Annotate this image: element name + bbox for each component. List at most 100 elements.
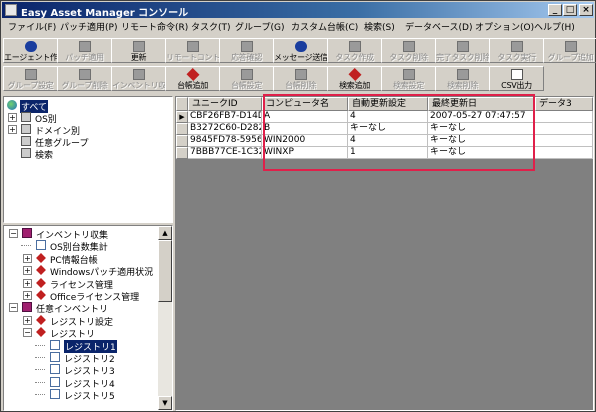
title-bar[interactable]: Easy Asset Manager コンソール _ □ × [2,2,594,19]
close-button[interactable]: × [579,4,593,16]
expand-toggle[interactable]: + [23,291,32,300]
ledger-delete-icon [294,69,307,80]
column-header[interactable]: データ3 [535,97,593,111]
maximize-button[interactable]: □ [563,4,577,16]
expand-toggle[interactable]: + [23,315,32,325]
toolbar-button-search-delete[interactable]: 検索削除 [435,66,490,91]
tree-connector [35,381,45,383]
grid-cell[interactable] [535,123,593,135]
toolbar-button-csv-export[interactable]: CSV出力 [489,66,544,91]
expand-toggle[interactable]: + [8,125,17,134]
diamond-icon [36,314,46,325]
toolbar-button-group-add[interactable]: グループ追加 [543,38,596,63]
tree-node[interactable]: レジストリ4 [4,376,156,390]
menu-patch[interactable]: パッチ適用(P) [60,20,117,33]
computer-icon [21,124,31,134]
expand-toggle[interactable]: + [23,266,32,276]
toolbar-button-completed-task-delete[interactable]: 完了タスク削除 [435,38,490,63]
tree-node[interactable]: + PC情報台帳 [4,252,156,266]
toolbar-button-remote-control[interactable]: リモートコントロール [165,38,220,63]
expand-toggle[interactable]: − [23,328,32,338]
diamond-icon [36,290,46,300]
tree-node[interactable]: − 任意インベントリ [4,301,156,315]
menu-custom-ledger[interactable]: カスタム台帳(C) [291,20,358,33]
scroll-up-button[interactable]: ▲ [158,226,172,240]
toolbar-button-search-add[interactable]: 検索追加 [327,66,382,91]
tree-node[interactable]: + ドメイン別 [4,123,169,137]
tree-node[interactable]: − インベントリ収集 [4,227,156,241]
tree-node[interactable]: レジストリ3 [4,363,156,377]
grid-cell[interactable] [535,111,593,123]
toolbar-button-group-delete[interactable]: グループ削除 [57,66,112,91]
expand-toggle[interactable]: + [8,113,17,122]
menu-remote[interactable]: リモート命令(R) [121,20,188,33]
column-header[interactable]: ユニークID [188,97,262,111]
toolbar-button-response-check[interactable]: 応答確認 [219,38,274,63]
tree-node[interactable]: + Officeライセンス管理 [4,289,156,303]
toolbar-button-refresh[interactable]: 更新 [111,38,166,63]
tree-node[interactable]: + レジストリ設定 [4,314,156,328]
menu-group[interactable]: グループ(G) [235,20,284,33]
grid-cell[interactable] [535,147,593,159]
expand-toggle[interactable]: + [23,253,32,263]
row-header[interactable] [176,123,188,135]
toolbar-button-label: 台帳追加 [177,81,208,90]
scroll-thumb[interactable] [158,240,172,302]
toolbar-button-ledger-delete[interactable]: 台帳削除 [273,66,328,91]
toolbar-button-label: 台帳設定 [231,81,262,90]
tree-node[interactable]: 検索 [4,147,169,161]
toolbar-button-label: 検索追加 [339,81,370,90]
globe-icon [7,100,17,110]
sheet-icon [50,364,60,375]
expand-toggle[interactable]: + [23,278,32,288]
menu-options[interactable]: オプション(O) [475,20,534,33]
toolbar-button-ledger-add[interactable]: 台帳追加 [165,66,220,91]
toolbar-button-task-run[interactable]: タスク実行 [489,38,544,63]
toolbar-secondary: グループ設定グループ削除インベントリ収集 台帳追加 台帳設定 台帳削除 検索追加 検索設定… [2,65,594,92]
toolbar-button-message-send[interactable]: メッセージ送信 [273,38,328,63]
toolbar-button-task-create[interactable]: タスク作成 [327,38,382,63]
toolbar-button-search-settings[interactable]: 検索設定 [381,66,436,91]
group-delete-icon [78,69,91,80]
menu-search[interactable]: 検索(S) [364,20,395,33]
tree-node[interactable]: すべて [4,99,169,113]
toolbar-button-info[interactable]: エージェント作成 [3,38,58,63]
grid-cell[interactable]: 7BBB77CE-1C32 [188,147,262,159]
tree-node[interactable]: − レジストリ [4,326,156,340]
menu-database[interactable]: データベース(D) [405,20,473,33]
menu-file[interactable]: ファイル(F) [8,20,56,33]
expand-toggle[interactable]: − [9,303,18,313]
tree-connector [21,245,31,247]
tree-connector [35,344,45,346]
app-icon [5,4,17,16]
grid-cell[interactable]: 9845FD78-5956- [188,135,262,147]
remote-control-icon [186,41,199,52]
grid-cell[interactable]: CBF26FB7-D14D [188,111,262,123]
completed-task-delete-icon [456,41,469,52]
tree-node[interactable]: + Windowsパッチ適用状況 [4,264,156,278]
tree-node[interactable]: 任意グループ [4,135,169,149]
tree-scrollbar[interactable]: ▲ ▼ [158,226,172,410]
minimize-button[interactable]: _ [548,4,562,16]
tree-node[interactable]: レジストリ5 [4,388,156,402]
row-header[interactable] [176,135,188,147]
group-add-icon [564,41,577,52]
tree-node[interactable]: レジストリ1 [4,339,156,353]
scroll-down-button[interactable]: ▼ [158,396,172,410]
menu-help[interactable]: ヘルプ(H) [534,20,575,33]
expand-toggle[interactable]: − [9,229,18,238]
tree-node[interactable]: OS別台数集計 [4,239,156,253]
menu-task[interactable]: タスク(T) [191,20,231,33]
row-header[interactable]: ▶ [176,111,188,123]
toolbar-button-patch[interactable]: パッチ適用 [57,38,112,63]
row-header[interactable] [176,147,188,159]
toolbar-button-task-delete[interactable]: タスク削除 [381,38,436,63]
tree-node[interactable]: + ライセンス管理 [4,277,156,291]
toolbar-button-ledger-settings[interactable]: 台帳設定 [219,66,274,91]
tree-node[interactable]: + OS別 [4,111,169,125]
toolbar-button-group-settings[interactable]: グループ設定 [3,66,58,91]
grid-cell[interactable] [535,135,593,147]
tree-node[interactable]: レジストリ2 [4,351,156,365]
grid-cell[interactable]: B3272C60-D282- [188,123,262,135]
toolbar-button-inventory-collect[interactable]: インベントリ収集 [111,66,166,91]
